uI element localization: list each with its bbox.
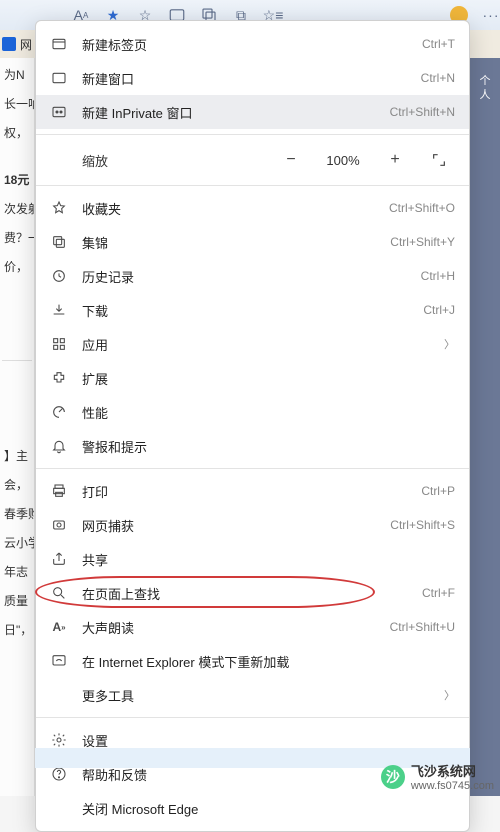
zoom-value: 100%	[319, 153, 367, 168]
tab-favicon	[2, 37, 16, 51]
capture-icon	[50, 516, 68, 534]
tab-title[interactable]: 网	[20, 36, 32, 53]
menu-performance[interactable]: 性能	[36, 395, 469, 429]
print-icon	[50, 482, 68, 500]
menu-print[interactable]: 打印 Ctrl+P	[36, 474, 469, 508]
menu-apps[interactable]: 应用 〉	[36, 327, 469, 361]
background-left-strip: 为N 长一呐 权， 18元 次发射 费？一 价， 】主 会， 春季购 云小学 年…	[0, 0, 35, 796]
chevron-right-icon: 〉	[444, 336, 455, 352]
history-icon	[50, 267, 68, 285]
bell-icon	[50, 437, 68, 455]
menu-find[interactable]: 在页面上查找 Ctrl+F	[36, 576, 469, 610]
ie-mode-icon	[50, 652, 68, 670]
more-icon[interactable]: ···	[482, 6, 500, 24]
collections-icon	[50, 233, 68, 251]
menu-reload-ie-mode[interactable]: 在 Internet Explorer 模式下重新加载	[36, 644, 469, 678]
menu-history[interactable]: 历史记录 Ctrl+H	[36, 259, 469, 293]
find-icon	[50, 584, 68, 602]
new-tab-icon	[50, 35, 68, 53]
watermark-title: 飞沙系统网	[411, 761, 494, 780]
chevron-right-icon: 〉	[444, 687, 455, 703]
menu-extensions[interactable]: 扩展	[36, 361, 469, 395]
menu-new-tab[interactable]: 新建标签页 Ctrl+T	[36, 27, 469, 61]
menu-read-aloud[interactable]: A» 大声朗读 Ctrl+Shift+U	[36, 610, 469, 644]
extensions-icon	[50, 369, 68, 387]
menu-alerts[interactable]: 警报和提示	[36, 429, 469, 463]
menu-item-label: 新建标签页	[82, 35, 408, 54]
menu-zoom-row: 缩放 − 100% +	[36, 140, 469, 180]
read-aloud-icon: A»	[50, 618, 68, 636]
zoom-out-button[interactable]: −	[275, 146, 307, 174]
watermark-logo: 沙	[381, 765, 405, 789]
browser-sidebar[interactable]: 常用 个 人	[470, 0, 500, 796]
menu-collections[interactable]: 集锦 Ctrl+Shift+Y	[36, 225, 469, 259]
menu-new-window[interactable]: 新建窗口 Ctrl+N	[36, 61, 469, 95]
menu-close-edge[interactable]: 关闭 Microsoft Edge	[36, 791, 469, 825]
zoom-label: 缩放	[82, 151, 142, 170]
menu-downloads[interactable]: 下载 Ctrl+J	[36, 293, 469, 327]
menu-more-tools[interactable]: 更多工具 〉	[36, 678, 469, 712]
menu-item-shortcut: Ctrl+T	[422, 37, 455, 51]
new-window-icon	[50, 69, 68, 87]
watermark: 沙 飞沙系统网 www.fs0745.com	[381, 761, 494, 792]
apps-icon	[50, 335, 68, 353]
menu-capture[interactable]: 网页捕获 Ctrl+Shift+S	[36, 508, 469, 542]
menu-new-inprivate[interactable]: 新建 InPrivate 窗口 Ctrl+Shift+N	[36, 95, 469, 129]
favorites-icon	[50, 199, 68, 217]
zoom-in-button[interactable]: +	[379, 146, 411, 174]
performance-icon	[50, 403, 68, 421]
download-icon	[50, 301, 68, 319]
inprivate-icon	[50, 103, 68, 121]
watermark-url: www.fs0745.com	[411, 780, 494, 792]
menu-divider	[36, 134, 469, 135]
gear-icon	[50, 731, 68, 749]
browser-settings-menu: 新建标签页 Ctrl+T 新建窗口 Ctrl+N 新建 InPrivate 窗口…	[35, 20, 470, 832]
fullscreen-button[interactable]	[423, 146, 455, 174]
sidebar-person-icon: 个	[470, 74, 500, 88]
menu-share[interactable]: 共享	[36, 542, 469, 576]
share-icon	[50, 550, 68, 568]
menu-favorites[interactable]: 收藏夹 Ctrl+Shift+O	[36, 191, 469, 225]
